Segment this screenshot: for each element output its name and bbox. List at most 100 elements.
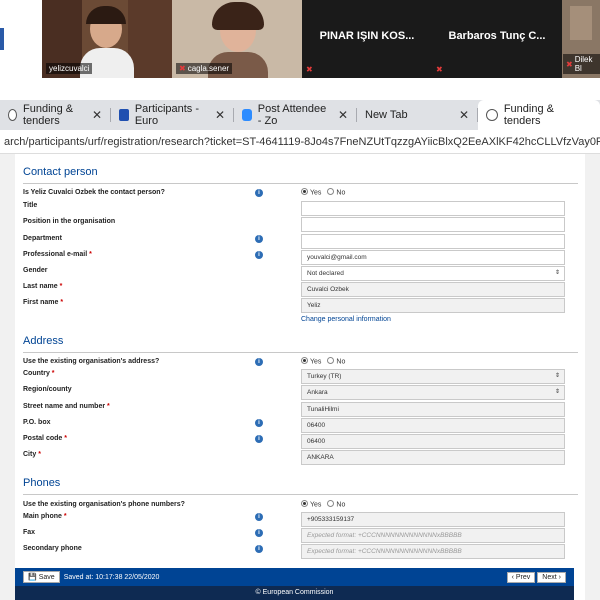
radio-no-indicator[interactable] (327, 500, 335, 507)
pobox-input[interactable]: 06400 (301, 418, 565, 433)
info-icon[interactable]: i (255, 251, 263, 259)
section-divider (23, 494, 578, 495)
muted-indicator: ✖ (436, 65, 443, 74)
radio-use-org-address[interactable]: Yes No (301, 357, 345, 365)
label-lastname: Last name * (23, 283, 63, 290)
save-icon: 💾 (28, 574, 37, 581)
lastname-input[interactable]: Cuvalci Ozbek (301, 282, 565, 297)
radio-no[interactable]: No (327, 357, 345, 365)
tab-participants[interactable]: Participants - Euro ✕ (111, 100, 233, 130)
label-department: Department (23, 235, 62, 242)
label-country: Country * (23, 370, 55, 377)
prev-button[interactable]: ‹ Prev (506, 571, 536, 583)
radio-yes-indicator[interactable] (301, 188, 308, 195)
save-button[interactable]: 💾 Save (23, 571, 60, 583)
partial-logo (0, 28, 4, 50)
globe-icon (486, 109, 498, 121)
section-divider (23, 183, 578, 184)
select-arrows-icon: ⇕ (554, 373, 560, 379)
radio-yes-indicator[interactable] (301, 357, 308, 364)
title-input[interactable] (301, 201, 565, 216)
info-icon[interactable]: i (255, 189, 263, 197)
label-region: Region/county (23, 386, 72, 393)
secondary-phone-input[interactable]: Expected format: +CCCNNNNNNNNNNNNNxBBBBB (301, 544, 565, 559)
change-personal-info-link[interactable]: Change personal information (301, 316, 391, 323)
postal-code-input[interactable]: 06400 (301, 434, 565, 449)
tab-post-attendee[interactable]: Post Attendee - Zo ✕ (234, 100, 356, 130)
address-bar[interactable]: arch/participants/urf/registration/resea… (0, 130, 600, 154)
chevron-right-icon: › (558, 573, 561, 581)
label-gender: Gender (23, 267, 48, 274)
frame-bg (570, 6, 592, 40)
info-icon[interactable]: i (255, 435, 263, 443)
department-input[interactable] (301, 234, 565, 249)
close-tab-icon[interactable]: ✕ (338, 108, 348, 122)
label-email: Professional e-mail * (23, 251, 92, 258)
next-button[interactable]: Next › (537, 571, 566, 583)
radio-yes[interactable]: Yes (301, 188, 321, 196)
label-title: Title (23, 202, 38, 209)
label-pobox: P.O. box (23, 419, 51, 426)
label-secondary-phone: Secondary phone (23, 545, 82, 552)
radio-is-contact[interactable]: Yes No (301, 188, 345, 196)
zoom-icon (242, 109, 252, 121)
info-icon[interactable]: i (255, 419, 263, 427)
email-input[interactable]: youvalci@gmail.com (301, 250, 565, 265)
info-icon[interactable]: i (255, 513, 263, 521)
info-icon[interactable]: i (255, 358, 263, 366)
form-action-bar: 💾 Save Saved at: 10:17:38 22/05/2020 ‹ P… (15, 568, 574, 586)
gender-select[interactable]: Not declared ⇕ (301, 266, 565, 281)
radio-no[interactable]: No (327, 500, 345, 508)
radio-no[interactable]: No (327, 188, 345, 196)
close-tab-icon[interactable]: ✕ (215, 108, 225, 122)
muted-mic-icon: ✖ (566, 59, 573, 69)
video-tile-dilek[interactable]: ✖ Dilek Bl (562, 0, 600, 78)
section-title-address: Address (23, 335, 64, 347)
participant-name-cagla-sener: ✖ cagla.sener (176, 63, 233, 74)
participant-name-dilek: ✖ Dilek Bl (563, 54, 600, 74)
radio-yes-indicator[interactable] (301, 500, 308, 507)
region-select[interactable]: Ankara ⇕ (301, 385, 565, 400)
radio-yes[interactable]: Yes (301, 500, 321, 508)
close-tab-icon[interactable]: ✕ (459, 108, 469, 122)
url-text[interactable]: arch/participants/urf/registration/resea… (4, 136, 600, 148)
video-tile-barbaros[interactable]: Barbaros Tunç C... ✖ (432, 0, 562, 78)
info-icon[interactable]: i (255, 545, 263, 553)
fax-input[interactable]: Expected format: +CCCNNNNNNNNNNNNNxBBBBB (301, 528, 565, 543)
muted-mic-icon: ✖ (436, 65, 443, 74)
position-input[interactable] (301, 217, 565, 232)
radio-yes[interactable]: Yes (301, 357, 321, 365)
firstname-input[interactable]: Yeliz (301, 298, 565, 313)
window-gap (0, 78, 600, 100)
label-position: Position in the organisation (23, 218, 116, 225)
video-tile-pinar[interactable]: PINAR IŞIN KOS... ✖ (302, 0, 432, 78)
label-is-contact: Is Yeliz Cuvalci Ozbek the contact perso… (23, 189, 165, 196)
footer-copyright: © European Commission (15, 586, 574, 600)
city-input[interactable]: ANKARA (301, 450, 565, 465)
video-tile-yelizcuvalci[interactable]: yelizcuvalci (42, 0, 172, 78)
page-background: Contact person Is Yeliz Cuvalci Ozbek th… (0, 154, 600, 600)
video-tile-cagla-sener[interactable]: ✖ cagla.sener (172, 0, 302, 78)
radio-no-indicator[interactable] (327, 357, 335, 364)
info-icon[interactable]: i (255, 529, 263, 537)
tab-new-tab[interactable]: New Tab ✕ (357, 100, 477, 130)
radio-no-indicator[interactable] (327, 188, 335, 195)
country-select[interactable]: Turkey (TR) ⇕ (301, 369, 565, 384)
participant-name-yelizcuvalci: yelizcuvalci (46, 63, 93, 74)
zoom-video-strip: yelizcuvalci ✖ cagla.sener PINAR IŞIN KOS… (0, 0, 600, 78)
muted-indicator: ✖ (306, 65, 313, 74)
close-tab-icon[interactable]: ✕ (92, 108, 102, 122)
street-input[interactable]: TunaliHilmi (301, 402, 565, 417)
main-phone-input[interactable]: +905333159137 (301, 512, 565, 527)
info-icon[interactable]: i (255, 235, 263, 243)
tab-funding-tenders-2[interactable]: Funding & tenders (478, 100, 600, 130)
tab-funding-tenders-1[interactable]: Funding & tenders ✕ (0, 100, 110, 130)
select-arrows-icon: ⇕ (554, 270, 560, 276)
section-title-phones: Phones (23, 477, 61, 489)
saved-status: Saved at: 10:17:38 22/05/2020 (63, 573, 160, 581)
browser-tab-bar: Funding & tenders ✕ Participants - Euro … (0, 100, 600, 130)
radio-use-org-phones[interactable]: Yes No (301, 500, 345, 508)
pager: ‹ Prev Next › (506, 571, 566, 583)
video-tile-partial (0, 0, 42, 78)
label-city: City * (23, 451, 41, 458)
